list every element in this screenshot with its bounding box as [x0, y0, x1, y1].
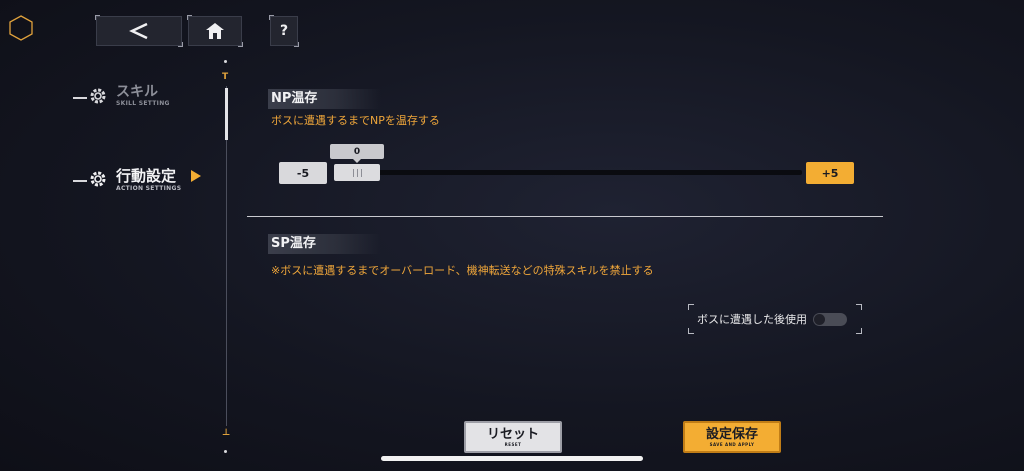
gear-icon: [90, 88, 106, 104]
toggle-label: ボスに遭遇した後使用: [697, 313, 807, 326]
save-button-label: 設定保存: [705, 426, 758, 442]
gear-icon: [90, 171, 106, 187]
np-slider-track[interactable]: [336, 170, 802, 175]
home-button[interactable]: [187, 15, 243, 47]
sidebar-item-sublabel: SKILL SETTING: [116, 100, 170, 107]
scroll-bottom-mark: ⊥: [222, 428, 231, 438]
home-indicator[interactable]: [381, 456, 643, 461]
sp-section-description: ※ボスに遭遇するまでオーバーロード、機神転送などの特殊スキルを禁止する: [271, 264, 654, 277]
scroll-dot-top: [224, 60, 227, 63]
np-section-title: NP温存: [268, 89, 381, 109]
slider-value-bubble: 0: [330, 144, 384, 163]
sidebar-item-action-settings[interactable]: 行動設定 ACTION SETTINGS: [116, 168, 216, 194]
nav-dash: [73, 97, 87, 99]
slider-max-button[interactable]: +5: [806, 162, 854, 184]
sidebar-item-skill[interactable]: スキル SKILL SETTING: [116, 84, 206, 110]
toggle-switch[interactable]: [813, 312, 847, 326]
reset-button-label: リセット: [486, 426, 539, 442]
nav-dash: [73, 180, 87, 182]
section-divider: [247, 216, 883, 217]
help-button[interactable]: ?: [269, 15, 299, 47]
slider-min-button[interactable]: -5: [279, 162, 327, 184]
scroll-thumb[interactable]: [225, 88, 228, 140]
back-button[interactable]: [95, 15, 183, 47]
help-icon: ?: [279, 23, 289, 39]
np-slider-handle[interactable]: [334, 164, 380, 181]
sp-section-title: SP温存: [268, 234, 381, 254]
use-after-boss-toggle[interactable]: ボスに遭遇した後使用: [688, 304, 862, 334]
scroll-top-mark: T: [222, 72, 229, 82]
triangle-right-icon: [191, 170, 201, 182]
save-button[interactable]: 設定保存 SAVE AND APPLY: [683, 421, 781, 453]
home-icon: [206, 23, 224, 39]
reset-button[interactable]: リセット RESET: [464, 421, 562, 453]
scroll-dot-bottom: [224, 450, 227, 453]
np-section-description: ボスに遭遇するまでNPを温存する: [271, 114, 440, 127]
reset-button-sublabel: RESET: [504, 441, 522, 447]
save-button-sublabel: SAVE AND APPLY: [709, 441, 755, 447]
chevron-left-icon: [129, 22, 148, 40]
sidebar-item-label: スキル: [116, 84, 158, 100]
hexagon-icon: [9, 15, 33, 41]
sidebar-item-sublabel: ACTION SETTINGS: [116, 185, 182, 192]
sidebar-item-label: 行動設定: [116, 167, 177, 185]
